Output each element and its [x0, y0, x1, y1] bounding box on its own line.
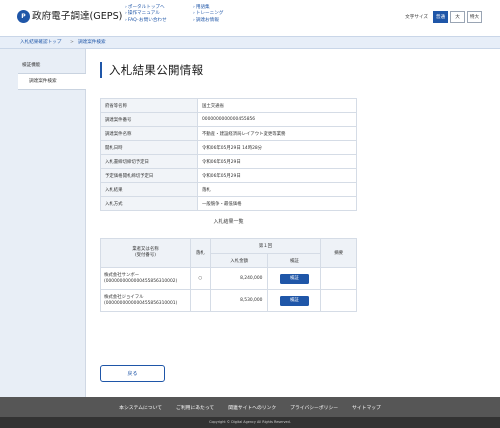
sidebar	[0, 49, 86, 397]
site-brand[interactable]: 政府電子調達(GEPS)	[32, 10, 122, 23]
header-link-procurement-info[interactable]: ›調達お情報	[193, 18, 223, 24]
detail-label: 調達案件番号	[100, 112, 198, 127]
detail-label: 府省等名称	[100, 98, 198, 113]
detail-label: 開札日時	[100, 140, 198, 155]
header-link-faq[interactable]: ›FAQ･お問い合わせ	[125, 18, 167, 24]
detail-value: 一般競争・最低価格	[197, 196, 357, 211]
detail-label: 予定価格開札締切予定日	[100, 168, 198, 183]
detail-row: 入札方式 一般競争・最低価格	[100, 196, 357, 211]
detail-label: 入札方式	[100, 196, 198, 211]
bidder-receipt-number: (0000000000000455856310001)	[104, 300, 178, 306]
detail-row: 開札日時 令和06年05月29日 14時28分	[100, 140, 357, 155]
col-header-round: 第１回	[209, 238, 322, 254]
award-cell: ○	[189, 267, 211, 290]
detail-row: 府省等名称 国土交通省	[100, 98, 357, 113]
bid-amount-cell: 8,240,000	[209, 267, 269, 290]
detail-value: 落札	[197, 182, 357, 197]
verify-button[interactable]: 検証	[279, 273, 309, 284]
site-footer: 本システムについて ご利用にあたって 関連サイトへのリンク プライバシーポリシー…	[0, 397, 500, 417]
remarks-cell	[320, 267, 357, 290]
detail-label: 入札結果	[100, 182, 198, 197]
font-size-normal-button[interactable]: 普通	[433, 11, 448, 23]
detail-row: 調達案件番号 0000000000000455856	[100, 112, 357, 127]
detail-value: 不動産・建設経済局レイアウト変更等業務	[197, 126, 357, 141]
detail-row: 調達案件名称 不動産・建設経済局レイアウト変更等業務	[100, 126, 357, 141]
col-header-amount: 入札金額	[209, 253, 269, 268]
col-header-remarks: 摘要	[320, 238, 357, 268]
breadcrumb-separator: >	[70, 40, 74, 45]
geps-logo-icon: P	[17, 10, 30, 23]
verify-button[interactable]: 検証	[279, 295, 309, 306]
breadcrumb: 入札結果確認トップ > 調達案件検索	[0, 36, 500, 49]
bid-amount-cell: 8,530,000	[209, 289, 269, 312]
footer-link-privacy[interactable]: プライバシーポリシー	[290, 404, 338, 411]
detail-row: 予定価格開札締切予定日 令和06年05月29日	[100, 168, 357, 183]
detail-value: 国土交通省	[197, 98, 357, 113]
detail-value: 令和06年05月29日	[197, 168, 357, 183]
font-size-label: 文字サイズ	[405, 15, 428, 20]
breadcrumb-item-top[interactable]: 入札結果確認トップ	[20, 37, 61, 49]
detail-label: 調達案件名称	[100, 126, 198, 141]
footer-link-about[interactable]: 本システムについて	[119, 404, 162, 411]
detail-row: 入札書締切締切予定日 令和06年05月29日	[100, 154, 357, 169]
bidder-cell: 株式会社ジョイフル (0000000000000455856310001)	[100, 289, 191, 312]
verify-cell: 検証	[267, 289, 322, 312]
header-links-secondary: ›用語集 ›トレーニング ›調達お情報	[193, 5, 223, 24]
sidebar-heading: 検証機能	[18, 57, 86, 74]
bidder-receipt-number: (0000000000000455856310002)	[104, 278, 178, 284]
table-row: 株式会社サンボー (0000000000000455856310002) ○ 8…	[100, 267, 357, 290]
footer-link-related-sites[interactable]: 関連サイトへのリンク	[228, 404, 276, 411]
col-header-bidder: 業者又は名称 (受付番号)	[100, 238, 191, 268]
award-cell	[189, 289, 211, 312]
font-size-large-button[interactable]: 大	[450, 11, 465, 23]
sidebar-item-case-search[interactable]: 調達案件検索	[18, 74, 86, 90]
detail-value: 令和06年05月29日	[197, 154, 357, 169]
breadcrumb-item-search[interactable]: 調達案件検索	[78, 37, 106, 49]
bidder-cell: 株式会社サンボー (0000000000000455856310002)	[100, 267, 191, 290]
bid-results-table: 業者又は名称 (受付番号) 落札 第１回 摘要 入札金額 検証 株式会社サンボー…	[100, 238, 357, 312]
results-caption: 入札結果一覧	[213, 219, 244, 225]
procurement-detail-table: 府省等名称 国土交通省 調達案件番号 0000000000000455856 調達案…	[100, 98, 357, 211]
remarks-cell	[320, 289, 357, 312]
page-title: 入札結果公開情報	[100, 62, 203, 78]
site-header: P 政府電子調達(GEPS) ›ポータルトップへ ›操作マニュアル ›FAQ･お…	[0, 0, 500, 36]
footer-links: 本システムについて ご利用にあたって 関連サイトへのリンク プライバシーポリシー…	[0, 397, 500, 417]
col-header-award: 落札	[189, 238, 211, 268]
footer-link-usage[interactable]: ご利用にあたって	[176, 404, 214, 411]
font-size-xlarge-button[interactable]: 特大	[467, 11, 482, 23]
footer-link-sitemap[interactable]: サイトマップ	[352, 404, 381, 411]
detail-row: 入札結果 落札	[100, 182, 357, 197]
table-row: 株式会社ジョイフル (0000000000000455856310001) 8,…	[100, 289, 357, 312]
detail-label: 入札書締切締切予定日	[100, 154, 198, 169]
back-button[interactable]: 戻る	[100, 365, 165, 382]
header-links-primary: ›ポータルトップへ ›操作マニュアル ›FAQ･お問い合わせ	[125, 5, 167, 24]
verify-cell: 検証	[267, 267, 322, 290]
detail-value: 0000000000000455856	[197, 112, 357, 127]
col-header-verify: 検証	[267, 253, 322, 268]
font-size-switcher: 文字サイズ 普通 大 特大	[405, 11, 482, 23]
detail-value: 令和06年05月29日 14時28分	[197, 140, 357, 155]
copyright-notice: Copyright © Digital Agency All Rights Re…	[0, 417, 500, 428]
